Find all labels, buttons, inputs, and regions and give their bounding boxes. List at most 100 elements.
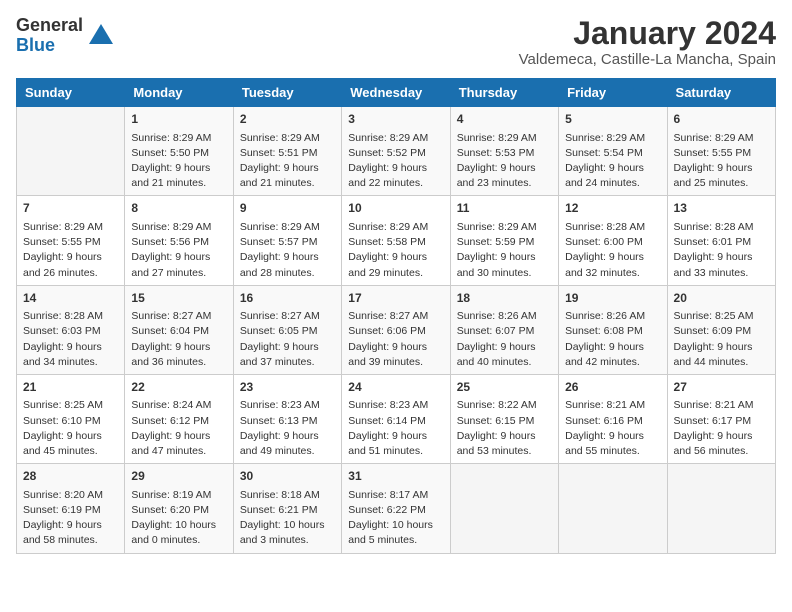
logo-icon [87,22,115,50]
day-info-line: and 55 minutes. [565,444,660,459]
day-number: 15 [131,290,226,307]
calendar-week-row: 7Sunrise: 8:29 AMSunset: 5:55 PMDaylight… [17,196,776,285]
calendar-cell: 26Sunrise: 8:21 AMSunset: 6:16 PMDayligh… [559,374,667,463]
day-info-line: Daylight: 9 hours [240,340,335,355]
day-info-line: Sunrise: 8:29 AM [348,220,443,235]
day-header-sunday: Sunday [17,79,125,107]
day-info-line: Sunrise: 8:28 AM [565,220,660,235]
page-header: General Blue January 2024 Valdemeca, Cas… [16,16,776,68]
day-info-line: Sunrise: 8:17 AM [348,488,443,503]
day-info-line: Sunset: 6:13 PM [240,414,335,429]
logo: General Blue [16,16,115,56]
day-number: 6 [674,111,769,128]
day-info-line: Sunrise: 8:24 AM [131,398,226,413]
day-info-line: Sunset: 6:06 PM [348,324,443,339]
day-info-line: Sunrise: 8:29 AM [348,131,443,146]
calendar-cell: 9Sunrise: 8:29 AMSunset: 5:57 PMDaylight… [233,196,341,285]
calendar-week-row: 14Sunrise: 8:28 AMSunset: 6:03 PMDayligh… [17,285,776,374]
day-info-line: Sunrise: 8:22 AM [457,398,552,413]
calendar-cell: 15Sunrise: 8:27 AMSunset: 6:04 PMDayligh… [125,285,233,374]
day-header-tuesday: Tuesday [233,79,341,107]
day-number: 1 [131,111,226,128]
day-info-line: Sunset: 6:05 PM [240,324,335,339]
day-number: 13 [674,200,769,217]
day-info-line: Daylight: 9 hours [348,161,443,176]
day-info-line: and 33 minutes. [674,266,769,281]
day-info-line: Daylight: 9 hours [565,250,660,265]
calendar-cell: 2Sunrise: 8:29 AMSunset: 5:51 PMDaylight… [233,107,341,196]
calendar-cell: 5Sunrise: 8:29 AMSunset: 5:54 PMDaylight… [559,107,667,196]
day-info-line: and 37 minutes. [240,355,335,370]
calendar-cell: 21Sunrise: 8:25 AMSunset: 6:10 PMDayligh… [17,374,125,463]
day-info-line: Sunset: 6:14 PM [348,414,443,429]
day-info-line: and 28 minutes. [240,266,335,281]
day-info-line: Sunset: 5:53 PM [457,146,552,161]
day-info-line: Sunrise: 8:18 AM [240,488,335,503]
day-info-line: Daylight: 10 hours [240,518,335,533]
day-info-line: Sunset: 6:07 PM [457,324,552,339]
calendar-cell: 29Sunrise: 8:19 AMSunset: 6:20 PMDayligh… [125,464,233,553]
day-info-line: Daylight: 9 hours [348,250,443,265]
day-info-line: Sunset: 6:20 PM [131,503,226,518]
day-number: 19 [565,290,660,307]
day-info-line: Sunrise: 8:29 AM [240,131,335,146]
day-info-line: and 25 minutes. [674,176,769,191]
day-info-line: and 53 minutes. [457,444,552,459]
day-info-line: Daylight: 9 hours [131,340,226,355]
day-info-line: Sunset: 6:03 PM [23,324,118,339]
calendar-cell: 10Sunrise: 8:29 AMSunset: 5:58 PMDayligh… [342,196,450,285]
day-number: 8 [131,200,226,217]
day-header-wednesday: Wednesday [342,79,450,107]
day-number: 25 [457,379,552,396]
day-info-line: Daylight: 9 hours [565,161,660,176]
day-info-line: Daylight: 9 hours [457,340,552,355]
day-info-line: Sunset: 6:15 PM [457,414,552,429]
calendar-cell: 23Sunrise: 8:23 AMSunset: 6:13 PMDayligh… [233,374,341,463]
day-info-line: Daylight: 9 hours [23,518,118,533]
day-info-line: and 34 minutes. [23,355,118,370]
calendar-cell: 12Sunrise: 8:28 AMSunset: 6:00 PMDayligh… [559,196,667,285]
day-info-line: Sunrise: 8:26 AM [457,309,552,324]
calendar-cell: 6Sunrise: 8:29 AMSunset: 5:55 PMDaylight… [667,107,775,196]
day-info-line: Sunset: 6:01 PM [674,235,769,250]
day-number: 11 [457,200,552,217]
day-info-line: Daylight: 9 hours [674,340,769,355]
day-info-line: and 45 minutes. [23,444,118,459]
day-info-line: Daylight: 9 hours [240,429,335,444]
day-info-line: Sunset: 5:52 PM [348,146,443,161]
day-info-line: Sunset: 6:16 PM [565,414,660,429]
day-number: 2 [240,111,335,128]
day-info-line: and 39 minutes. [348,355,443,370]
day-header-monday: Monday [125,79,233,107]
day-info-line: Sunrise: 8:27 AM [348,309,443,324]
calendar-cell: 24Sunrise: 8:23 AMSunset: 6:14 PMDayligh… [342,374,450,463]
calendar-cell [450,464,558,553]
day-info-line: and 47 minutes. [131,444,226,459]
calendar-cell [559,464,667,553]
day-info-line: and 0 minutes. [131,533,226,548]
day-info-line: Daylight: 9 hours [457,429,552,444]
day-info-line: Sunset: 5:54 PM [565,146,660,161]
day-header-saturday: Saturday [667,79,775,107]
day-info-line: Sunset: 6:21 PM [240,503,335,518]
day-number: 9 [240,200,335,217]
day-number: 3 [348,111,443,128]
day-info-line: Sunset: 6:04 PM [131,324,226,339]
day-info-line: and 42 minutes. [565,355,660,370]
day-info-line: Daylight: 9 hours [565,429,660,444]
day-info-line: Sunrise: 8:21 AM [674,398,769,413]
day-number: 22 [131,379,226,396]
calendar-cell: 14Sunrise: 8:28 AMSunset: 6:03 PMDayligh… [17,285,125,374]
day-info-line: Daylight: 9 hours [457,161,552,176]
calendar-header-row: SundayMondayTuesdayWednesdayThursdayFrid… [17,79,776,107]
calendar-cell: 27Sunrise: 8:21 AMSunset: 6:17 PMDayligh… [667,374,775,463]
calendar-cell: 19Sunrise: 8:26 AMSunset: 6:08 PMDayligh… [559,285,667,374]
calendar-cell: 3 Sunrise: 8:29 AMSunset: 5:52 PMDaylight… [342,107,450,196]
calendar-cell: 4Sunrise: 8:29 AMSunset: 5:53 PMDaylight… [450,107,558,196]
calendar-cell: 1Sunrise: 8:29 AMSunset: 5:50 PMDaylight… [125,107,233,196]
day-info-line: and 44 minutes. [674,355,769,370]
day-info-line: and 40 minutes. [457,355,552,370]
day-info-line: Daylight: 9 hours [674,161,769,176]
calendar-cell: 8Sunrise: 8:29 AMSunset: 5:56 PMDaylight… [125,196,233,285]
day-info-line: Daylight: 9 hours [23,429,118,444]
